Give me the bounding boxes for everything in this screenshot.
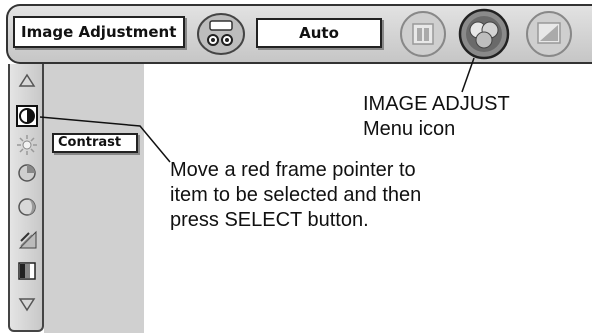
pointer-leader-line: [39, 116, 171, 163]
image-adjust-icon-annotation: IMAGE ADJUST Menu icon: [363, 92, 583, 142]
projector-menu-screen: Image Adjustment Auto Contrast IMAGE ADJ…: [0, 0, 592, 333]
annotation-line: item to be selected and then: [170, 184, 422, 206]
annotation-line: press SELECT button.: [170, 209, 369, 231]
annotation-line: IMAGE ADJUST: [363, 93, 510, 115]
annotation-line: Move a red frame pointer to: [170, 159, 416, 181]
pointer-instruction-annotation: Move a red frame pointer to item to be s…: [170, 158, 470, 233]
annotation-line: Menu icon: [363, 118, 456, 140]
icon-leader-line: [461, 57, 475, 93]
